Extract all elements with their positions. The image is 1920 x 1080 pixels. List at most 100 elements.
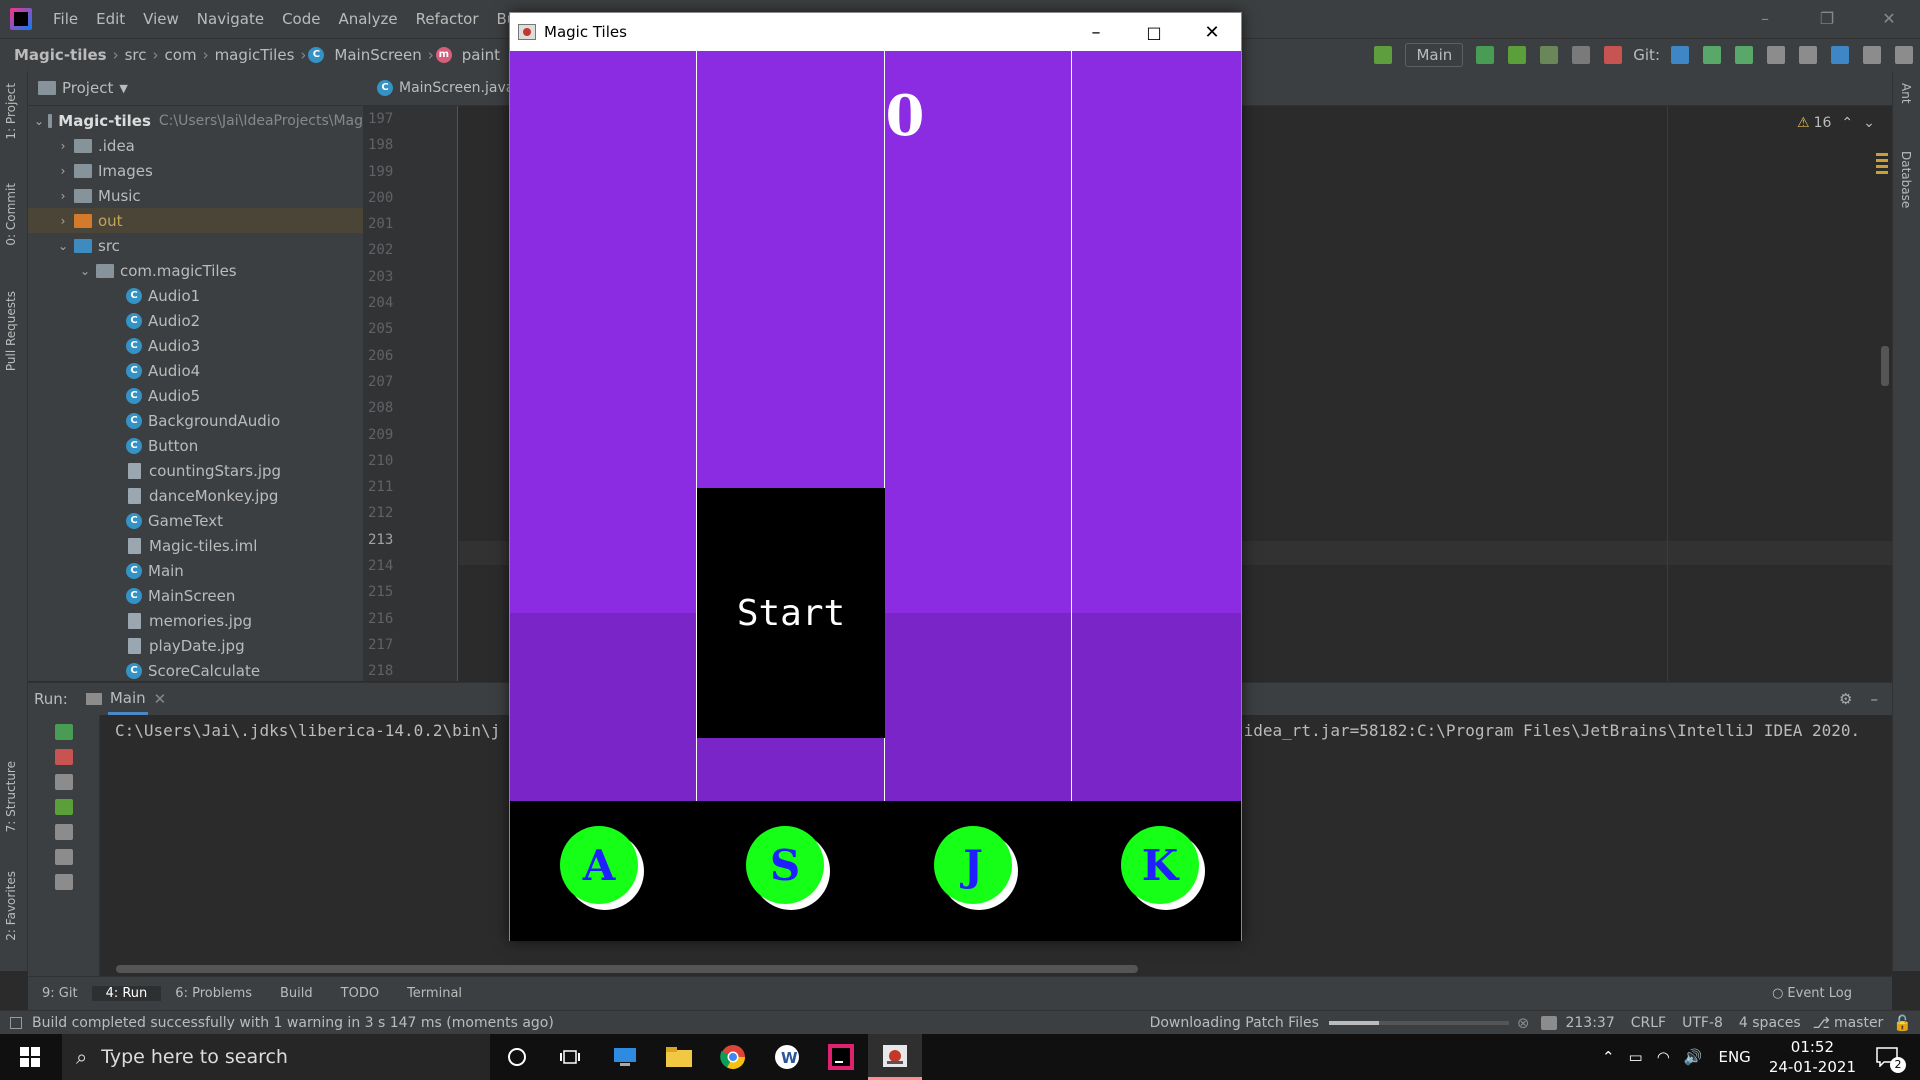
pin-icon[interactable] [54,874,73,890]
stop-icon[interactable] [54,749,73,765]
tree-item-root[interactable]: ⌄ Magic-tiles C:\Users\Jai\IdeaProjects\… [28,108,363,133]
panel-toggle-icon[interactable] [10,1016,22,1029]
event-log-button[interactable]: Event Log [1787,986,1852,1001]
chevron-right-icon[interactable]: › [56,139,70,153]
tool-tab-build[interactable]: Build [266,986,327,1001]
rerun-icon[interactable] [1476,46,1495,64]
tool-tab-favorites[interactable]: 2: Favorites [4,871,18,941]
minimize-icon[interactable]: – [1067,22,1125,43]
key-button-s[interactable]: S [746,826,824,904]
profile-icon[interactable] [1572,46,1591,64]
menu-refactor[interactable]: Refactor [407,10,488,28]
desktop-app-icon[interactable] [598,1034,652,1080]
java-app-icon[interactable] [868,1034,922,1080]
gear-icon[interactable]: ⚙ [1839,690,1852,708]
editor-scrollbar[interactable] [1881,346,1889,386]
tree-item-file[interactable]: memories.jpg [28,608,363,633]
volume-icon[interactable]: 🔊 [1684,1048,1703,1066]
stop-icon[interactable] [1604,46,1623,64]
input-language[interactable]: ENG [1718,1048,1750,1066]
tree-item-file[interactable]: C Audio5 [28,383,363,408]
tree-item-images[interactable]: › Images [28,158,363,183]
tree-item-file[interactable]: C Audio2 [28,308,363,333]
wifi-icon[interactable]: ◠ [1657,1048,1670,1066]
exit-icon[interactable] [54,824,73,840]
project-view-label[interactable]: Project [62,79,113,97]
task-view-icon[interactable] [544,1034,598,1080]
inspection-widget[interactable]: ⚠ 16 ⌃ ⌄ [1797,115,1875,131]
tool-tab-ant[interactable]: Ant [1899,83,1913,104]
git-commit-icon[interactable] [1703,46,1721,64]
coverage-icon[interactable] [1540,46,1559,64]
console-scrollbar[interactable] [116,965,1138,973]
tree-item-src[interactable]: ⌄ src [28,233,363,258]
menu-navigate[interactable]: Navigate [188,10,273,28]
console-output[interactable]: C:\Users\Jai\.jdks\liberica-14.0.2\bin\j [115,721,500,740]
key-button-k[interactable]: K [1121,826,1199,904]
tree-item-music[interactable]: › Music [28,183,363,208]
indent-setting[interactable]: 4 spaces [1739,1015,1801,1031]
menu-edit[interactable]: Edit [87,10,134,28]
breadcrumb-package[interactable]: magicTiles [211,46,299,64]
start-tile[interactable]: Start [697,488,885,738]
system-clock[interactable]: 01:52 24-01-2021 [1769,1037,1856,1077]
line-separator[interactable]: CRLF [1631,1015,1666,1031]
word-app-icon[interactable]: W [760,1034,814,1080]
chevron-up-icon[interactable]: ⌃ [1841,115,1853,131]
lock-icon[interactable]: 🔓 [1893,1014,1912,1032]
close-icon[interactable]: ✕ [1183,22,1241,43]
tree-item-file[interactable]: C MainScreen [28,583,363,608]
tree-item-file[interactable]: C BackgroundAudio [28,408,363,433]
taskbar-search-box[interactable]: ⌕ Type here to search [62,1034,490,1080]
camera-icon[interactable] [54,774,73,790]
close-icon[interactable]: ✕ [154,690,167,708]
breadcrumb-src[interactable]: src [121,46,151,64]
key-button-a[interactable]: A [560,826,638,904]
tree-item-file[interactable]: C Main [28,558,363,583]
build-hammer-icon[interactable] [1374,46,1393,64]
tree-item-file[interactable]: countingStars.jpg [28,458,363,483]
cortana-icon[interactable] [490,1034,544,1080]
game-title-bar[interactable]: Magic Tiles – □ ✕ [510,13,1241,51]
chevron-down-icon[interactable]: ⌄ [78,264,92,278]
chevron-right-icon[interactable]: › [56,164,70,178]
layout-icon[interactable] [54,849,73,865]
menu-view[interactable]: View [134,10,188,28]
ide-minimize-icon[interactable]: – [1734,0,1796,38]
warning-stripes[interactable] [1876,153,1888,175]
run-tab-main[interactable]: Main [107,684,148,715]
chevron-right-icon[interactable]: › [56,189,70,203]
breadcrumb-project[interactable]: Magic-tiles [10,46,111,64]
chevron-down-icon[interactable]: ⌄ [56,239,70,253]
tree-item-file[interactable]: C GameText [28,508,363,533]
minimize-icon[interactable]: – [1871,690,1879,708]
rerun-icon[interactable] [54,724,73,740]
project-structure-icon[interactable] [1831,46,1849,64]
breadcrumb-com[interactable]: com [161,46,201,64]
chevron-right-icon[interactable]: › [56,214,70,228]
rollback-icon[interactable] [1799,46,1817,64]
chrome-icon[interactable] [706,1034,760,1080]
debug-icon[interactable] [1508,46,1527,64]
windows-start-icon[interactable] [20,1047,40,1067]
tool-tab-git[interactable]: 9: Git [28,986,92,1001]
tree-item-file[interactable]: playDate.jpg [28,633,363,658]
menu-file[interactable]: File [44,10,87,28]
git-branch[interactable]: master [1834,1015,1883,1031]
tool-tab-project[interactable]: 1: Project [4,83,18,140]
history-icon[interactable] [1767,46,1785,64]
layout-icon[interactable] [1863,46,1881,64]
chevron-down-icon[interactable]: ⌄ [1863,115,1875,131]
tree-item-package[interactable]: ⌄ com.magicTiles [28,258,363,283]
breadcrumb-class[interactable]: MainScreen [330,46,425,64]
tool-tab-structure[interactable]: 7: Structure [4,761,18,832]
ide-close-icon[interactable]: ✕ [1858,0,1920,38]
file-explorer-icon[interactable] [652,1034,706,1080]
maximize-icon[interactable]: □ [1125,23,1183,42]
tree-item-out[interactable]: › out [28,208,363,233]
tree-item-file[interactable]: C ScoreCalculate [28,658,363,683]
tool-tab-terminal[interactable]: Terminal [393,986,476,1001]
debug-icon[interactable] [54,799,73,815]
tree-item-file[interactable]: Magic-tiles.iml [28,533,363,558]
status-message[interactable]: Build completed successfully with 1 warn… [32,1015,554,1031]
